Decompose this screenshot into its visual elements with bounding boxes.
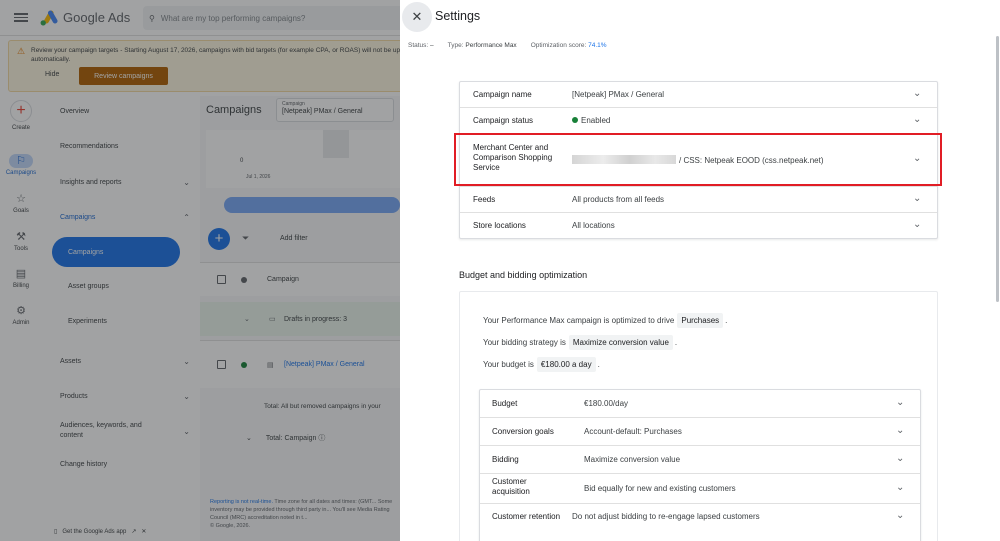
highlight-box <box>454 133 942 186</box>
status-text: Enabled <box>581 116 611 125</box>
campaign-summary-line: Status: – Type: Performance Max Optimiza… <box>408 42 607 49</box>
budget-section-title: Budget and bidding optimization <box>459 270 588 280</box>
setting-value: Do not adjust bidding to re-engage lapse… <box>572 512 760 521</box>
chevron-down-icon: ⌄ <box>896 482 905 493</box>
budget-chip[interactable]: €180.00 a day <box>536 357 596 372</box>
setting-value: Account-default: Purchases <box>584 427 682 436</box>
chevron-down-icon: ⌄ <box>896 510 905 521</box>
close-icon: ✕ <box>411 9 423 24</box>
chevron-down-icon: ⌄ <box>913 114 922 125</box>
setting-value: [Netpeak] PMax / General <box>572 90 665 99</box>
goal-chip[interactable]: Purchases <box>677 313 724 328</box>
setting-value: Maximize conversion value <box>584 455 681 464</box>
setting-label: Store locations <box>473 221 526 230</box>
close-button[interactable]: ✕ <box>402 2 432 32</box>
chevron-down-icon: ⌄ <box>913 88 922 99</box>
setting-label: Customer acquisition <box>492 477 530 496</box>
setting-label: Budget <box>492 399 518 408</box>
optimization-score[interactable]: 74.1% <box>588 42 606 49</box>
setting-budget[interactable]: Budget €180.00/day ⌄ <box>480 390 920 418</box>
setting-customer-acquisition[interactable]: Customer acquisition Bid equally for new… <box>480 474 920 504</box>
setting-value: €180.00/day <box>584 399 629 408</box>
chevron-down-icon: ⌄ <box>896 453 905 464</box>
setting-value: Enabled <box>572 116 610 125</box>
chevron-down-icon: ⌄ <box>913 219 922 230</box>
setting-value: All products from all feeds <box>572 195 665 204</box>
score-label: Optimization score: <box>530 42 587 49</box>
setting-bidding[interactable]: Bidding Maximize conversion value ⌄ <box>480 446 920 474</box>
budget-sentence: Your budget is €180.00 a day . <box>483 357 600 372</box>
period: . <box>725 316 728 325</box>
budget-bidding-card: Your Performance Max campaign is optimiz… <box>459 291 938 541</box>
setting-campaign-name[interactable]: Campaign name [Netpeak] PMax / General ⌄ <box>460 82 937 108</box>
chevron-down-icon: ⌄ <box>896 425 905 436</box>
type-label: Type: <box>447 42 464 49</box>
setting-feeds[interactable]: Feeds All products from all feeds ⌄ <box>460 187 937 213</box>
setting-store-locations[interactable]: Store locations All locations ⌄ <box>460 213 937 239</box>
setting-label: Feeds <box>473 195 496 204</box>
setting-label: Customer retention <box>492 512 561 521</box>
period: . <box>597 360 600 369</box>
period: . <box>674 338 678 347</box>
sentence-text: Your budget is <box>483 360 534 369</box>
setting-conversion-goals[interactable]: Conversion goals Account-default: Purcha… <box>480 418 920 446</box>
setting-customer-retention[interactable]: Customer retention Do not adjust bidding… <box>480 504 920 532</box>
setting-label: Campaign status <box>473 116 534 125</box>
sentence-text: Your Performance Max campaign is optimiz… <box>483 316 675 325</box>
type-value: Performance Max <box>465 42 517 49</box>
setting-label: Bidding <box>492 455 519 464</box>
budget-settings-list: Budget €180.00/day ⌄ Conversion goals Ac… <box>479 389 921 541</box>
status-label: Status: <box>408 42 429 49</box>
setting-label: Conversion goals <box>492 427 554 436</box>
sentence-text: Your bidding strategy is <box>483 338 566 347</box>
bidding-strategy-sentence: Your bidding strategy is Maximize conver… <box>483 335 677 350</box>
setting-label: Campaign name <box>473 90 532 99</box>
setting-campaign-status[interactable]: Campaign status Enabled ⌄ <box>460 108 937 134</box>
bidding-chip[interactable]: Maximize conversion value <box>568 335 673 350</box>
chevron-down-icon: ⌄ <box>913 193 922 204</box>
setting-value: Bid equally for new and existing custome… <box>584 484 736 493</box>
optimization-goal-sentence: Your Performance Max campaign is optimiz… <box>483 313 727 328</box>
modal-scrim[interactable] <box>0 0 400 541</box>
chevron-down-icon: ⌄ <box>896 397 905 408</box>
enabled-status-dot <box>572 117 578 123</box>
settings-panel: ✕ Settings Status: – Type: Performance M… <box>400 0 1000 541</box>
panel-title: Settings <box>435 9 481 23</box>
setting-value: All locations <box>572 221 615 230</box>
scrollbar[interactable] <box>996 36 999 302</box>
